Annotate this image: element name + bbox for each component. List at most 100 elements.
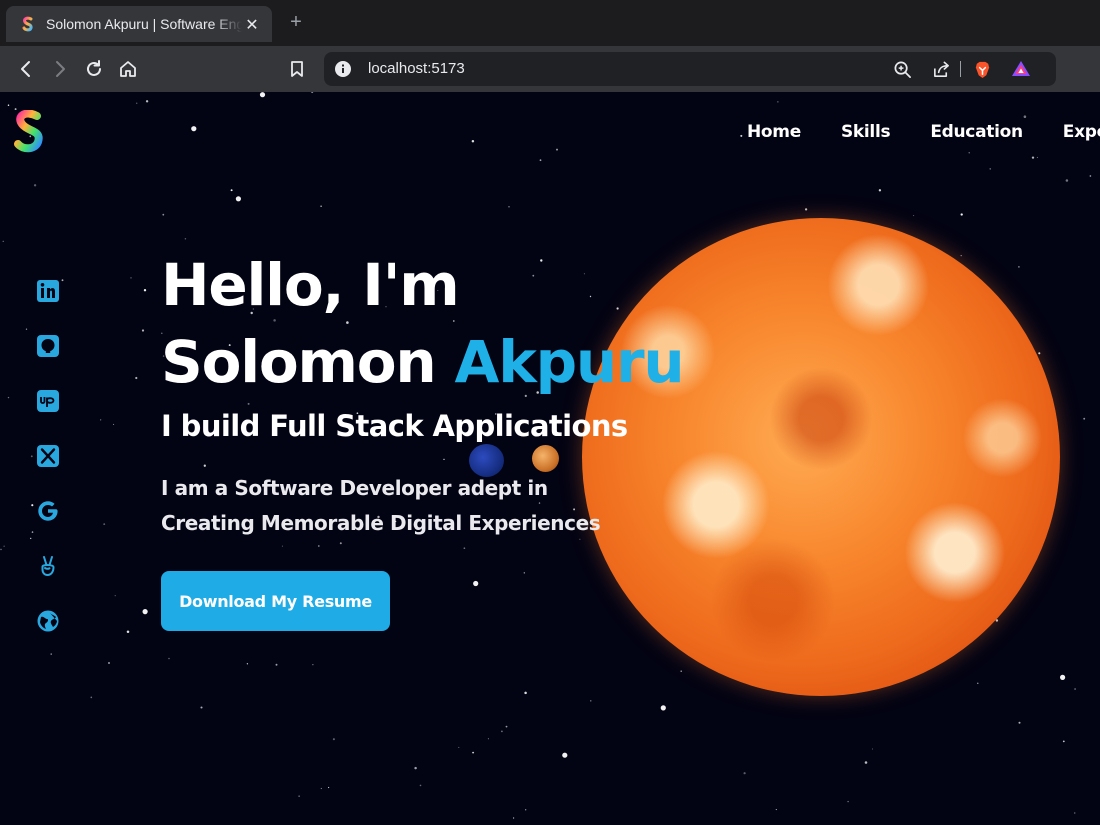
hero-first-name: Solomon <box>161 328 437 396</box>
star <box>29 537 32 540</box>
star <box>203 464 206 467</box>
address-bar-separator <box>960 61 961 77</box>
hero-name: Solomon Akpuru <box>161 333 685 391</box>
browser-tab-bar: Solomon Akpuru | Software Engineer ✕ + <box>0 0 1100 46</box>
share-icon <box>933 61 949 77</box>
star <box>113 423 115 425</box>
browser-toolbar: localhost:5173 <box>0 46 1100 92</box>
star <box>864 761 868 764</box>
star <box>114 595 116 597</box>
star <box>332 738 335 741</box>
star <box>538 502 541 504</box>
bookmark-button[interactable] <box>284 56 310 82</box>
star <box>135 376 138 380</box>
star <box>1036 156 1038 159</box>
star <box>1018 721 1021 724</box>
star <box>463 547 466 550</box>
hero-description-line-1: I am a Software Developer adept in <box>161 476 548 500</box>
star <box>298 795 300 797</box>
star <box>523 572 525 574</box>
star <box>1083 417 1086 420</box>
star <box>25 328 28 330</box>
brave-lion-icon <box>975 61 989 78</box>
star <box>1023 115 1027 118</box>
social-google[interactable] <box>35 498 61 524</box>
hero-greeting: Hello, I'm <box>161 251 460 319</box>
social-x[interactable] <box>35 443 61 469</box>
star <box>989 168 991 170</box>
brave-shields-button[interactable] <box>972 59 992 79</box>
new-tab-button[interactable]: + <box>284 10 308 34</box>
social-website[interactable] <box>35 608 61 634</box>
social-linkedin[interactable] <box>35 278 61 304</box>
star <box>126 630 130 634</box>
star <box>145 100 149 103</box>
home-icon <box>120 61 136 77</box>
star <box>775 809 777 811</box>
github-icon <box>37 335 59 357</box>
star <box>532 274 535 277</box>
star <box>487 738 489 740</box>
star <box>108 662 110 664</box>
brave-rewards-button[interactable] <box>1011 59 1031 79</box>
nav-experience[interactable]: Exper <box>1063 122 1100 142</box>
star <box>508 206 510 208</box>
sun-3d-model <box>582 218 1060 696</box>
star <box>458 746 460 748</box>
star <box>162 213 165 216</box>
planet-blue <box>469 444 504 477</box>
star <box>1062 740 1065 743</box>
star <box>579 538 581 540</box>
nav-education[interactable]: Education <box>930 122 1023 142</box>
share-button[interactable] <box>931 59 951 79</box>
star <box>312 664 314 666</box>
star <box>130 277 132 279</box>
back-arrow-icon <box>21 61 30 77</box>
tab-close-icon[interactable]: ✕ <box>242 15 262 34</box>
star <box>30 455 33 458</box>
back-button[interactable] <box>13 56 39 82</box>
forward-button[interactable] <box>47 56 73 82</box>
social-angellist[interactable] <box>35 553 61 579</box>
star <box>143 289 147 292</box>
star <box>320 787 322 790</box>
address-bar[interactable]: localhost:5173 <box>324 52 1056 86</box>
star <box>33 184 37 187</box>
star <box>524 691 527 695</box>
star <box>660 705 666 711</box>
star <box>3 545 5 547</box>
star <box>327 786 330 789</box>
star <box>740 134 743 137</box>
star <box>590 700 592 702</box>
nav-home[interactable]: Home <box>747 122 801 142</box>
url-text[interactable]: localhost:5173 <box>368 60 465 77</box>
star <box>556 148 558 151</box>
star <box>968 152 970 154</box>
star <box>977 682 979 684</box>
zoom-button[interactable] <box>892 59 912 79</box>
social-github[interactable] <box>35 333 61 359</box>
google-icon <box>38 501 58 521</box>
home-button[interactable] <box>115 56 141 82</box>
nav-skills[interactable]: Skills <box>841 122 891 142</box>
star <box>443 458 445 461</box>
star <box>414 766 417 770</box>
star <box>471 139 475 143</box>
star <box>501 730 503 733</box>
browser-tab[interactable]: Solomon Akpuru | Software Engineer ✕ <box>6 6 272 42</box>
download-resume-button[interactable]: Download My Resume <box>161 571 390 631</box>
logo-icon[interactable] <box>12 110 48 154</box>
star <box>320 205 322 208</box>
star <box>583 273 585 275</box>
star <box>1089 175 1092 177</box>
star <box>235 196 241 202</box>
hero-description-line-2: Creating Memorable Digital Experiences <box>161 511 601 535</box>
site-favicon-icon <box>22 16 33 32</box>
tab-title: Solomon Akpuru | Software Engineer <box>46 16 242 32</box>
social-upwork[interactable] <box>35 388 61 414</box>
star <box>680 670 682 672</box>
site-info-icon[interactable] <box>334 60 352 78</box>
reload-button[interactable] <box>81 56 107 82</box>
star <box>1074 812 1076 814</box>
star <box>525 809 527 811</box>
